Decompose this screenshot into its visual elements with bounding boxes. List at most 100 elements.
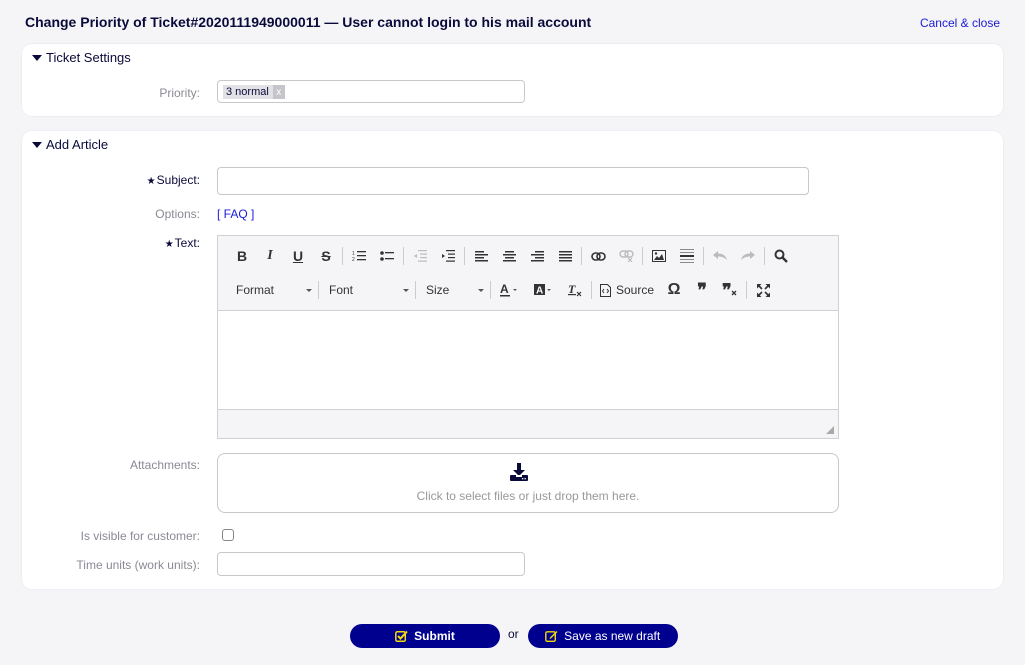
required-star-icon: ★ [164,239,174,250]
add-article-title: Add Article [46,137,109,152]
strikethrough-button[interactable]: S [312,244,340,268]
link-button[interactable] [584,244,612,268]
page-title: Change Priority of Ticket#20201119490000… [25,14,592,30]
priority-select[interactable]: 3 normal x [217,80,525,103]
undo-icon [713,251,727,260]
svg-text:❞: ❞ [722,283,732,297]
attachments-dropzone[interactable]: Click to select files or just drop them … [217,453,839,513]
toolbar-separator [318,281,319,299]
toolbar-separator [581,247,582,265]
text-label-text: Text: [174,236,200,250]
svg-text:A: A [536,286,543,297]
align-left-button[interactable] [467,244,495,268]
toolbar-separator [415,281,416,299]
priority-value: 3 normal [226,86,269,98]
cancel-close-link[interactable]: Cancel & close [920,16,1000,30]
justify-icon [558,250,572,261]
toolbar-separator [403,247,404,265]
numbered-list-icon: 12 [352,251,366,262]
justify-button[interactable] [551,244,579,268]
indent-icon [442,250,455,262]
undo-button[interactable] [706,244,734,268]
align-right-button[interactable] [523,244,551,268]
ticket-settings-title: Ticket Settings [46,50,131,65]
toolbar-row-1: B I U S 12 [228,244,795,268]
horizontal-line-button[interactable] [673,244,701,268]
faq-link[interactable]: [ FAQ ] [217,207,254,221]
edit-icon [545,631,558,642]
redo-button[interactable] [734,244,762,268]
subject-label: ★Subject: [147,173,200,187]
blockquote-button[interactable]: ❞ [688,278,716,302]
save-draft-label: Save as new draft [564,629,661,643]
priority-tag: 3 normal x [223,85,285,99]
chevron-down-icon [403,288,409,292]
toolbar-separator [490,281,491,299]
time-units-input[interactable] [217,552,525,576]
priority-label: Priority: [159,86,200,100]
subject-input[interactable] [217,167,809,195]
source-label: Source [616,283,655,297]
ticket-settings-toggle[interactable]: Ticket Settings [32,50,131,65]
options-label: Options: [155,207,200,221]
visible-for-customer-checkbox[interactable] [222,529,234,541]
toolbar-separator [746,281,748,299]
unlink-button[interactable] [612,244,640,268]
size-dropdown[interactable]: Size [418,278,488,302]
editor-content-area[interactable] [218,310,838,410]
special-char-button[interactable]: Ω [660,278,688,302]
toolbar-separator [591,281,592,299]
toolbar-separator [764,247,765,265]
text-color-button[interactable]: A [493,278,527,302]
font-dropdown-label: Font [329,283,354,297]
bold-icon: B [236,248,248,264]
attachments-hint: Click to select files or just drop them … [416,489,640,503]
remove-priority-icon[interactable]: x [272,85,285,99]
remove-format-icon: T [568,283,582,297]
add-article-toggle[interactable]: Add Article [32,137,108,152]
visible-for-customer-label: Is visible for customer: [80,529,200,543]
rich-text-editor: B I U S 12 Format Font Size A A T Source… [217,235,839,439]
outdent-icon [414,250,427,262]
size-dropdown-label: Size [426,283,450,297]
find-button[interactable] [767,244,795,268]
remove-quote-icon: ❞ [722,283,737,297]
source-button[interactable]: Source [594,278,660,302]
editor-toolbar: B I U S 12 Format Font Size A A T Source… [218,236,838,310]
align-center-button[interactable] [495,244,523,268]
underline-button[interactable]: U [284,244,312,268]
format-dropdown[interactable]: Format [228,278,316,302]
triangle-down-icon [32,54,42,61]
image-icon [652,250,666,262]
text-color-icon: A [500,283,517,297]
unlink-icon [618,250,634,262]
form-actions: Submit or Save as new draft [350,624,678,648]
horizontal-line-icon [680,249,694,263]
italic-button[interactable]: I [256,244,284,268]
maximize-button[interactable] [749,278,777,302]
remove-format-button[interactable]: T [561,278,589,302]
toolbar-separator [703,247,704,265]
background-color-icon: A [534,284,551,297]
subject-label-text: Subject: [156,173,200,187]
align-left-icon [474,250,488,261]
increase-indent-button[interactable] [434,244,462,268]
bold-button[interactable]: B [228,244,256,268]
remove-blockquote-button[interactable]: ❞ [716,278,744,302]
svg-text:2: 2 [352,257,355,262]
save-draft-button[interactable]: Save as new draft [527,624,678,648]
or-separator: or [508,627,519,641]
image-button[interactable] [645,244,673,268]
numbered-list-button[interactable]: 12 [345,244,373,268]
add-article-widget: Add Article ★Subject: Options: [ FAQ ] ★… [22,131,1003,589]
bulleted-list-button[interactable] [373,244,401,268]
underline-icon: U [292,248,304,264]
submit-button[interactable]: Submit [350,624,500,648]
decrease-indent-button[interactable] [406,244,434,268]
font-dropdown[interactable]: Font [321,278,413,302]
align-center-icon [502,250,516,261]
svg-text:A: A [500,283,509,296]
resize-grip-icon[interactable] [826,426,834,434]
search-icon [774,249,788,263]
background-color-button[interactable]: A [527,278,561,302]
